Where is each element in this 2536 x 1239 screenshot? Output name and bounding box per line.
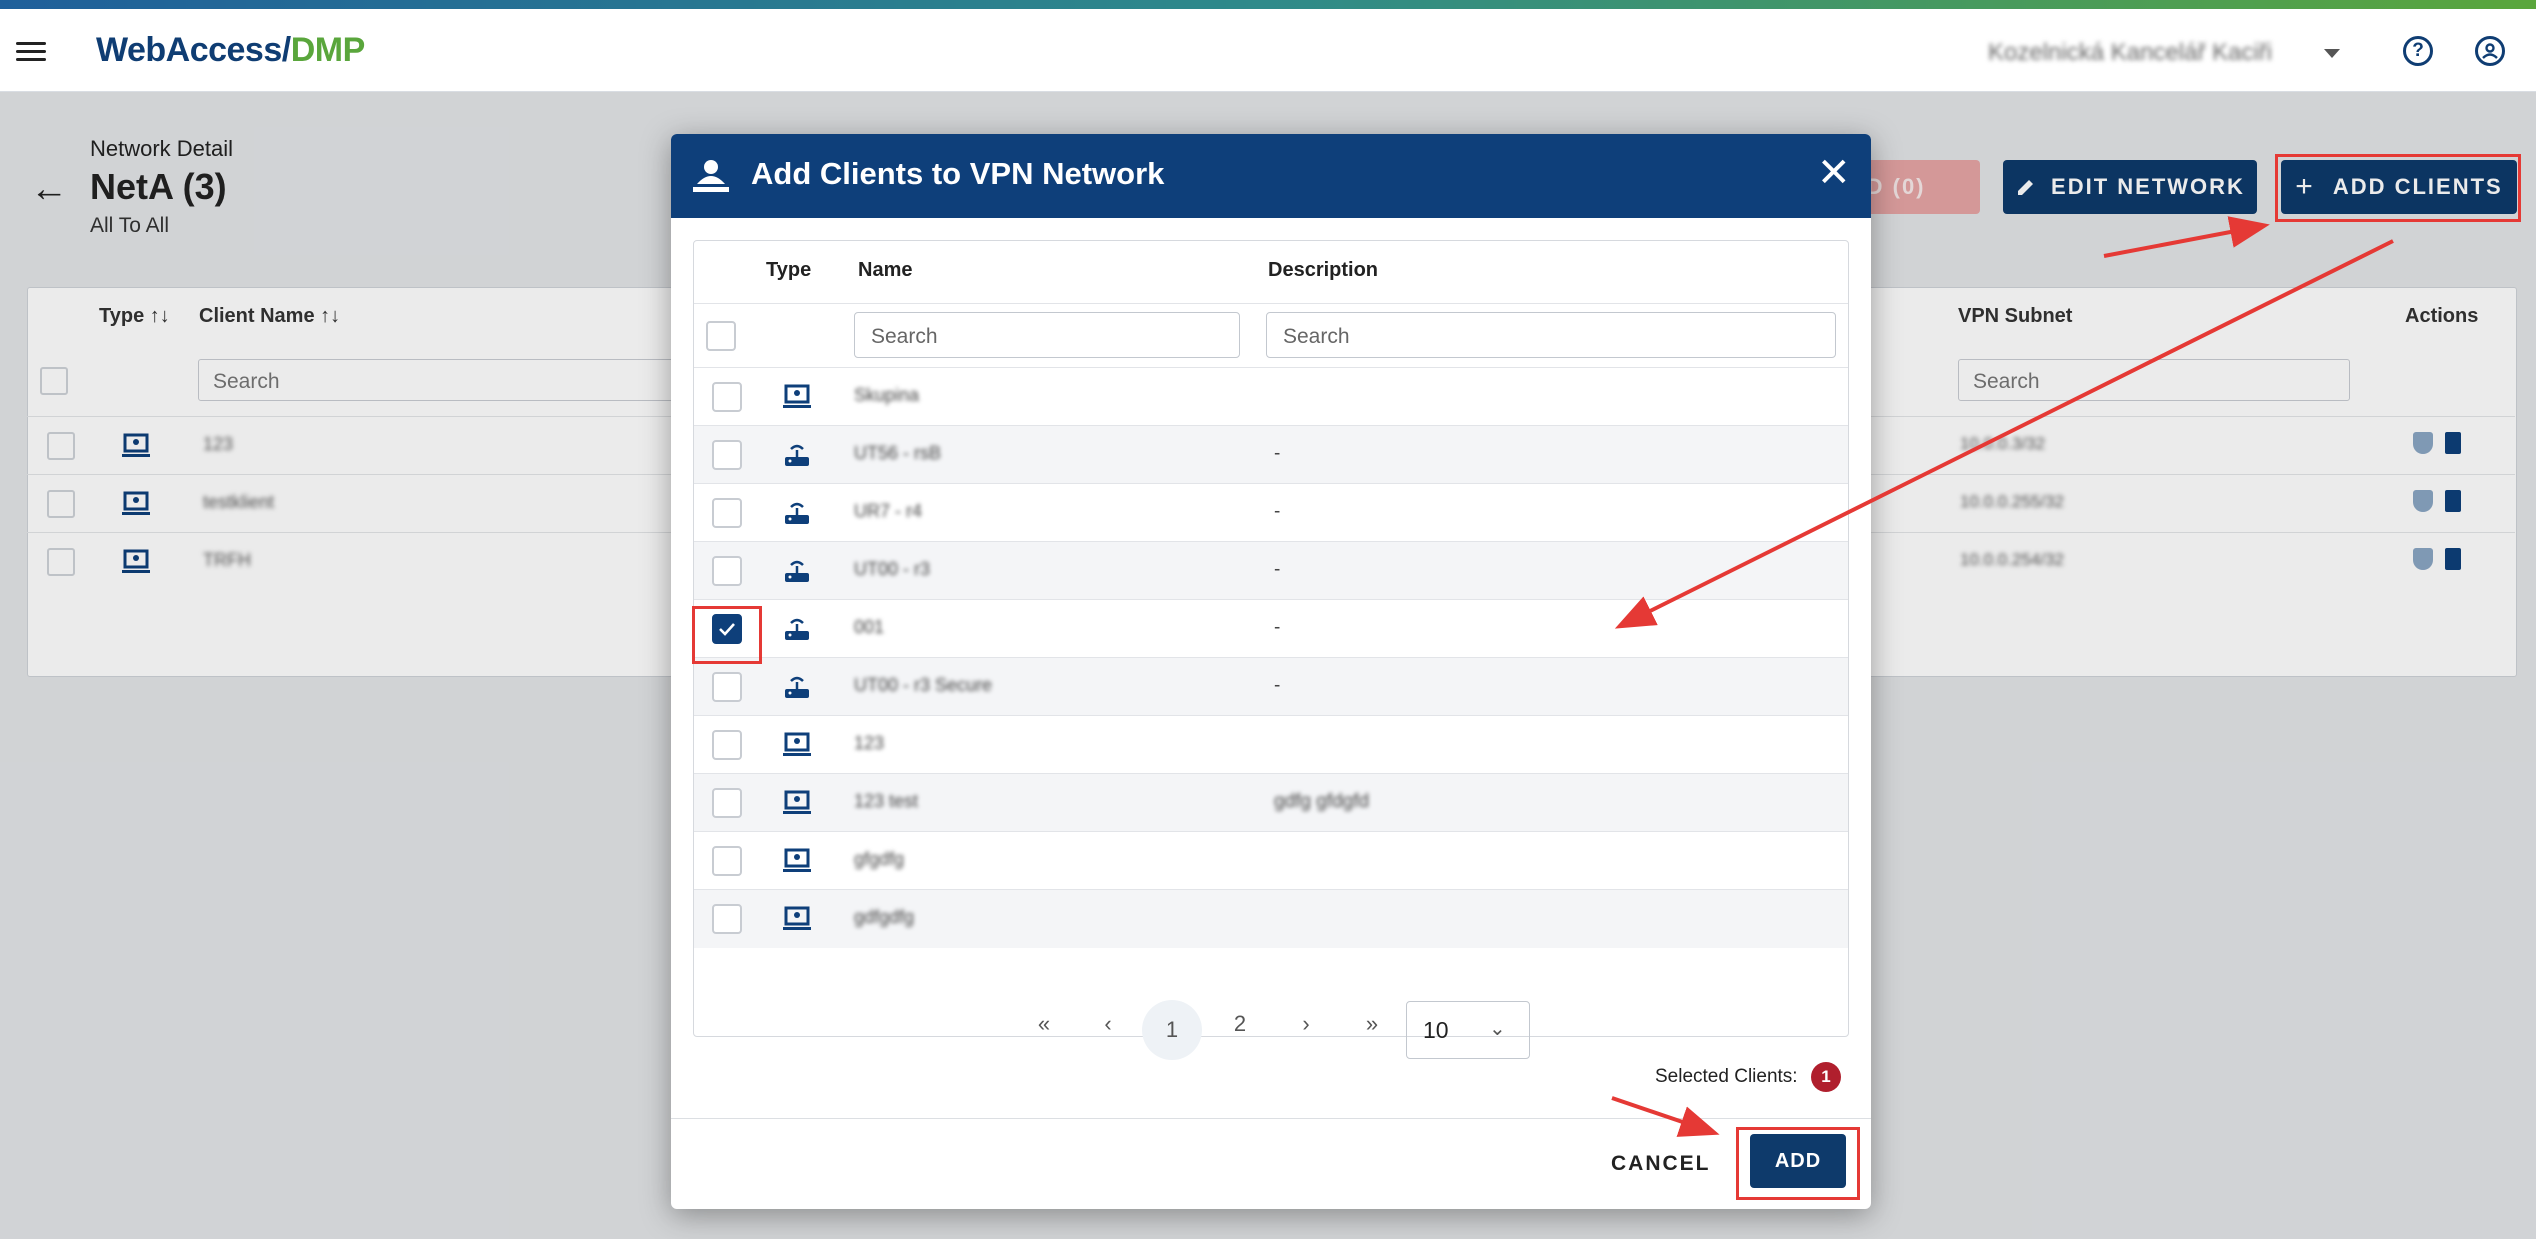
client-name: Skupina	[854, 385, 920, 405]
router-icon	[782, 615, 812, 643]
client-name: UT56 - rsB	[854, 443, 942, 463]
client-row[interactable]: Skupina	[694, 367, 1848, 426]
select-all-checkbox[interactable]	[706, 321, 736, 351]
chevron-down-icon: ⌄	[1489, 1018, 1506, 1040]
cancel-button[interactable]: CANCEL	[1611, 1152, 1711, 1176]
router-icon	[782, 673, 812, 701]
annotation-highlight-checkbox	[692, 606, 762, 664]
clients-select-table: Type Name Description Search Search Skup…	[693, 240, 1849, 1060]
prev-page-button[interactable]: ‹	[1088, 1011, 1128, 1037]
row-checkbox[interactable]	[712, 846, 742, 876]
client-icon	[782, 383, 812, 411]
client-icon	[782, 731, 812, 759]
name-search-input[interactable]: Search	[854, 312, 1240, 358]
client-row[interactable]: UT56 - rsB -	[694, 425, 1848, 484]
client-row[interactable]: 123 test gdfg gfdgfd	[694, 773, 1848, 832]
client-name: UR7 - r4	[854, 501, 923, 521]
client-description: gdfg gfdgfd	[1274, 791, 1370, 812]
row-checkbox[interactable]	[712, 556, 742, 586]
client-row[interactable]: UR7 - r4 -	[694, 483, 1848, 542]
client-description: -	[1274, 617, 1281, 638]
router-icon	[782, 499, 812, 527]
page-2-button[interactable]: 2	[1220, 1011, 1260, 1037]
client-icon	[782, 789, 812, 817]
row-checkbox[interactable]	[712, 382, 742, 412]
row-checkbox[interactable]	[712, 904, 742, 934]
row-checkbox[interactable]	[712, 440, 742, 470]
chevron-down-icon[interactable]	[2324, 49, 2340, 58]
client-row[interactable]: UT00 - r3 -	[694, 541, 1848, 600]
client-row[interactable]: gfgdfg	[694, 831, 1848, 890]
column-name: Name	[858, 259, 913, 281]
selected-clients-label: Selected Clients:	[1655, 1066, 1798, 1087]
row-checkbox[interactable]	[712, 730, 742, 760]
client-row[interactable]: 001 -	[694, 599, 1848, 658]
client-name: gdfgdfg	[854, 907, 915, 927]
row-checkbox[interactable]	[712, 788, 742, 818]
selected-count-badge: 1	[1811, 1062, 1841, 1092]
client-description: -	[1274, 559, 1281, 580]
client-row[interactable]: UT00 - r3 Secure -	[694, 657, 1848, 716]
next-page-button[interactable]: ›	[1286, 1011, 1326, 1037]
client-description: -	[1274, 443, 1281, 464]
annotation-highlight-add-clients	[2275, 154, 2521, 222]
brand-stripe	[0, 0, 2536, 9]
app-logo[interactable]: WebAccess/DMP	[96, 31, 365, 70]
column-description: Description	[1268, 259, 1379, 281]
client-name: gfgdfg	[854, 849, 905, 869]
client-name: UT00 - r3 Secure	[854, 675, 993, 695]
company-selector[interactable]: Kozelnická Kancelář Kaciři	[1988, 39, 2272, 67]
row-checkbox[interactable]	[712, 672, 742, 702]
filter-row: Search Search	[694, 303, 1848, 368]
client-description: -	[1274, 501, 1281, 522]
client-name: 123	[854, 733, 885, 753]
top-app-bar: WebAccess/DMP Kozelnická Kancelář Kaciři…	[0, 9, 2536, 92]
client-icon	[782, 847, 812, 875]
page-1-button[interactable]: 1	[1142, 1000, 1202, 1060]
annotation-highlight-add	[1736, 1127, 1860, 1200]
help-icon[interactable]: ?	[2403, 36, 2433, 66]
client-icon	[782, 905, 812, 933]
page-size-value: 10	[1423, 1017, 1449, 1043]
client-name: UT00 - r3	[854, 559, 931, 579]
client-name: 123 test	[854, 791, 919, 811]
footer-divider	[671, 1118, 1871, 1119]
client-row[interactable]: 123	[694, 715, 1848, 774]
router-icon	[782, 441, 812, 469]
router-icon	[782, 557, 812, 585]
vpn-client-icon	[693, 160, 729, 192]
column-type: Type	[766, 259, 812, 281]
dialog-title: Add Clients to VPN Network	[751, 156, 1165, 191]
dialog-header: Add Clients to VPN Network ✕	[671, 134, 1871, 218]
description-search-input[interactable]: Search	[1266, 312, 1836, 358]
client-row[interactable]: gdfgdfg	[694, 889, 1848, 948]
first-page-button[interactable]: «	[1024, 1011, 1064, 1037]
client-name: 001	[854, 617, 885, 637]
hamburger-menu-icon[interactable]	[16, 37, 46, 63]
close-icon[interactable]: ✕	[1817, 150, 1851, 196]
client-description: -	[1274, 675, 1281, 696]
page-size-select[interactable]: 10 ⌄	[1406, 1001, 1530, 1059]
row-checkbox[interactable]	[712, 498, 742, 528]
last-page-button[interactable]: »	[1352, 1011, 1392, 1037]
add-clients-dialog: Add Clients to VPN Network ✕ Type Name D…	[671, 134, 1871, 1209]
account-icon[interactable]	[2475, 36, 2505, 66]
